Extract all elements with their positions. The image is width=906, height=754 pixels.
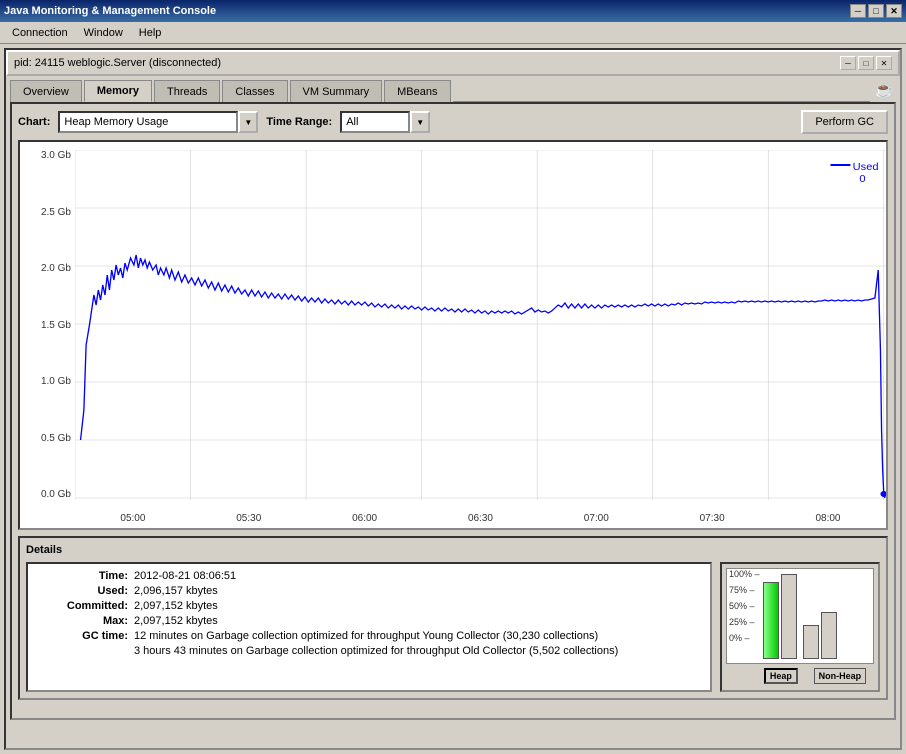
details-val-committed: 2,097,152 kbytes — [134, 600, 700, 612]
details-row-gc2: 3 hours 43 minutes on Garbage collection… — [38, 645, 700, 657]
chart-select-arrow[interactable]: ▼ — [238, 111, 258, 133]
y-label-6: 0.0 Gb — [24, 489, 71, 500]
minimize-button[interactable]: ─ — [850, 4, 866, 18]
inner-close-btn[interactable]: ✕ — [876, 56, 892, 70]
time-range-label: Time Range: — [266, 116, 332, 128]
chart-label: Chart: — [18, 116, 50, 128]
x-label-5: 07:30 — [700, 513, 725, 524]
close-button[interactable]: ✕ — [886, 4, 902, 18]
details-row-max: Max: 2,097,152 kbytes — [38, 615, 700, 627]
details-key-gc: GC time: — [38, 630, 128, 642]
heap-used-bar — [763, 582, 779, 659]
chart-inner: Used 0 05:00 05:30 06:00 06:30 07:00 07:… — [75, 142, 886, 528]
details-key-max: Max: — [38, 615, 128, 627]
title-bar: Java Monitoring & Management Console ─ □… — [0, 0, 906, 22]
heap-chart: 100% – 75% – 50% – 25% – 0% – — [720, 562, 880, 692]
x-label-2: 06:00 — [352, 513, 377, 524]
chart-select[interactable]: Heap Memory Usage ▼ — [58, 111, 258, 133]
details-key-gc2 — [38, 645, 128, 657]
details-row-gc1: GC time: 12 minutes on Garbage collectio… — [38, 630, 700, 642]
chart-container: 3.0 Gb 2.5 Gb 2.0 Gb 1.5 Gb 1.0 Gb 0.5 G… — [18, 140, 888, 530]
coffee-icon: ☕ — [872, 78, 896, 102]
tab-bar: Overview Memory Threads Classes VM Summa… — [6, 76, 900, 102]
inner-title-bar: pid: 24115 weblogic.Server (disconnected… — [6, 50, 900, 76]
details-section: Details Time: 2012-08-21 08:06:51 Used: … — [18, 536, 888, 700]
y-axis: 3.0 Gb 2.5 Gb 2.0 Gb 1.5 Gb 1.0 Gb 0.5 G… — [20, 142, 75, 528]
content-area: Chart: Heap Memory Usage ▼ Time Range: A… — [10, 102, 896, 720]
tab-overview[interactable]: Overview — [10, 80, 82, 102]
details-row-committed: Committed: 2,097,152 kbytes — [38, 600, 700, 612]
x-label-1: 05:30 — [236, 513, 261, 524]
heap-chart-inner: 100% – 75% – 50% – 25% – 0% – — [726, 568, 874, 664]
details-key-used: Used: — [38, 585, 128, 597]
x-label-6: 08:00 — [815, 513, 840, 524]
toolbar: Chart: Heap Memory Usage ▼ Time Range: A… — [18, 110, 888, 134]
heap-bar-labels: Heap Non-Heap — [756, 666, 874, 686]
tab-classes[interactable]: Classes — [222, 80, 287, 102]
heap-label-button[interactable]: Heap — [764, 668, 798, 684]
y-label-3: 1.5 Gb — [24, 320, 71, 331]
x-label-4: 07:00 — [584, 513, 609, 524]
perform-gc-button[interactable]: Perform GC — [801, 110, 888, 134]
heap-y-2: 50% – — [729, 601, 760, 611]
title-bar-text: Java Monitoring & Management Console — [4, 5, 850, 17]
title-bar-controls: ─ □ ✕ — [850, 4, 902, 18]
y-label-0: 3.0 Gb — [24, 150, 71, 161]
menu-bar: Connection Window Help — [0, 22, 906, 44]
x-axis-labels: 05:00 05:30 06:00 06:30 07:00 07:30 08:0… — [75, 513, 886, 524]
details-val-max: 2,097,152 kbytes — [134, 615, 700, 627]
maximize-button[interactable]: □ — [868, 4, 884, 18]
details-key-time: Time: — [38, 570, 128, 582]
details-val-gc1: 12 minutes on Garbage collection optimiz… — [134, 630, 700, 642]
svg-text:Used: Used — [853, 161, 879, 172]
tab-mbeans[interactable]: MBeans — [384, 80, 450, 102]
time-range-value[interactable]: All — [340, 111, 410, 133]
tab-memory[interactable]: Memory — [84, 80, 152, 102]
details-title: Details — [26, 544, 880, 556]
y-label-2: 2.0 Gb — [24, 263, 71, 274]
details-val-used: 2,096,157 kbytes — [134, 585, 700, 597]
heap-y-labels: 100% – 75% – 50% – 25% – 0% – — [729, 569, 760, 643]
details-row-used: Used: 2,096,157 kbytes — [38, 585, 700, 597]
nonheap-committed-bar — [821, 612, 837, 659]
heap-bar-pair-heap — [763, 573, 797, 659]
y-label-1: 2.5 Gb — [24, 207, 71, 218]
heap-y-4: 0% – — [729, 633, 760, 643]
window-frame: pid: 24115 weblogic.Server (disconnected… — [4, 48, 902, 750]
details-key-committed: Committed: — [38, 600, 128, 612]
heap-y-3: 25% – — [729, 617, 760, 627]
nonheap-used-bar — [803, 625, 819, 659]
x-label-0: 05:00 — [120, 513, 145, 524]
chart-select-value[interactable]: Heap Memory Usage — [58, 111, 238, 133]
heap-y-0: 100% – — [729, 569, 760, 579]
inner-window-title: pid: 24115 weblogic.Server (disconnected… — [14, 57, 221, 69]
menu-connection[interactable]: Connection — [4, 25, 76, 41]
x-label-3: 06:30 — [468, 513, 493, 524]
heap-y-1: 75% – — [729, 585, 760, 595]
svg-text:0: 0 — [859, 173, 865, 184]
non-heap-label-button[interactable]: Non-Heap — [814, 668, 867, 684]
heap-committed-bar — [781, 574, 797, 659]
inner-minimize-btn[interactable]: ─ — [840, 56, 856, 70]
tab-threads[interactable]: Threads — [154, 80, 220, 102]
details-val-time: 2012-08-21 08:06:51 — [134, 570, 700, 582]
inner-window-controls: ─ □ ✕ — [840, 56, 892, 70]
heap-bar-pair-nonheap — [803, 573, 837, 659]
menu-window[interactable]: Window — [76, 25, 131, 41]
inner-maximize-btn[interactable]: □ — [858, 56, 874, 70]
y-label-4: 1.0 Gb — [24, 376, 71, 387]
details-inner: Time: 2012-08-21 08:06:51 Used: 2,096,15… — [26, 562, 880, 692]
tab-vm-summary[interactable]: VM Summary — [290, 80, 383, 102]
time-range-arrow[interactable]: ▼ — [410, 111, 430, 133]
time-range-select[interactable]: All ▼ — [340, 111, 430, 133]
menu-help[interactable]: Help — [131, 25, 170, 41]
y-label-5: 0.5 Gb — [24, 433, 71, 444]
memory-chart-svg: Used 0 — [75, 150, 886, 500]
details-row-time: Time: 2012-08-21 08:06:51 — [38, 570, 700, 582]
details-val-gc2: 3 hours 43 minutes on Garbage collection… — [134, 645, 700, 657]
details-table: Time: 2012-08-21 08:06:51 Used: 2,096,15… — [26, 562, 712, 692]
heap-bars-area — [761, 571, 871, 661]
